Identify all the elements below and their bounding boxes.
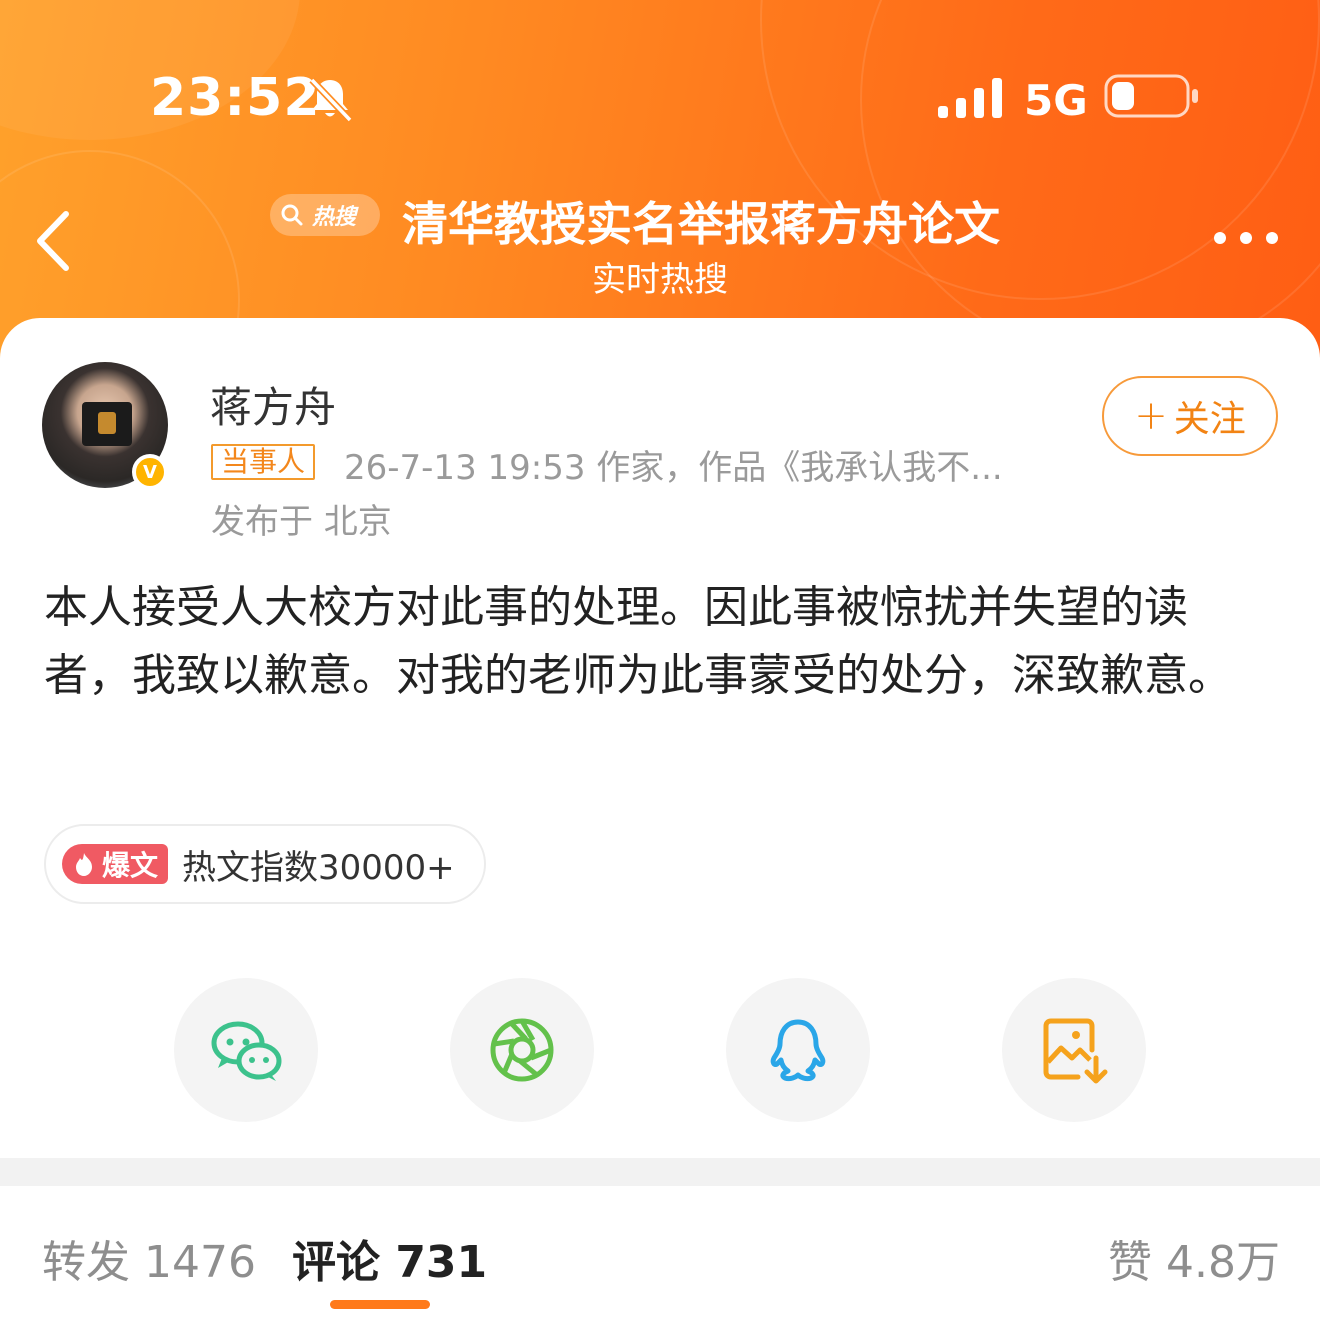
tab-like[interactable]: 赞 4.8万 <box>1108 1226 1280 1290</box>
moments-icon <box>490 1018 554 1082</box>
topic-subtitle: 实时热搜 <box>592 260 728 300</box>
status-time: 23:52 <box>150 68 321 128</box>
post-location: 发布于 北京 <box>211 502 392 542</box>
share-moments-button[interactable] <box>450 978 594 1122</box>
hot-search-badge-label: 热搜 <box>312 205 357 230</box>
post-text: 本人接受人大校方对此事的处理。因此事被惊扰并失望的读者，我致以歉意。对我的老师为… <box>44 582 1232 701</box>
tab-repost[interactable]: 转发 1476 <box>42 1226 256 1290</box>
post-meta: 26-7-13 19:53 作家，作品《我承认我不... <box>344 448 1003 488</box>
plus-icon: + <box>1134 393 1168 439</box>
qq-icon <box>770 1019 826 1082</box>
share-wechat-button[interactable] <box>174 978 318 1122</box>
header-decor <box>860 0 1320 360</box>
burst-badge: 爆文 <box>62 844 169 884</box>
author-name[interactable]: 蒋方舟 <box>210 374 336 435</box>
involved-party-tag: 当事人 <box>211 444 316 480</box>
save-image-button[interactable] <box>1002 978 1146 1122</box>
burst-badge-label: 爆文 <box>102 849 159 882</box>
share-qq-button[interactable] <box>726 978 870 1122</box>
hot-search-badge: 热搜 <box>270 194 380 236</box>
topic-title: 清华教授实名举报蒋方舟论文 <box>402 197 1000 251</box>
signal-icon <box>938 78 1002 118</box>
section-divider <box>0 1158 1320 1186</box>
avatar-decor <box>98 412 116 434</box>
bell-muted-icon <box>309 77 353 122</box>
header: 23:52 5G 热搜 清华教授实名举报蒋方舟论文 实时热搜 <box>0 0 1320 360</box>
hot-index-label: 热文指数30000+ <box>182 847 455 888</box>
tab-comment[interactable]: 评论 731 <box>292 1226 487 1290</box>
follow-label: 关注 <box>1173 399 1246 440</box>
verified-icon: V <box>132 454 168 490</box>
more-icon[interactable] <box>1206 222 1286 252</box>
flame-icon <box>76 853 92 876</box>
battery-icon <box>1104 74 1198 118</box>
network-type: 5G <box>1024 76 1088 125</box>
hot-index-chip[interactable]: 爆文 热文指数30000+ <box>44 824 486 904</box>
wechat-icon <box>211 1021 282 1081</box>
active-tab-indicator <box>330 1300 430 1309</box>
search-icon <box>281 204 303 226</box>
save-image-icon <box>1043 1018 1108 1084</box>
follow-button[interactable]: + 关注 <box>1102 376 1278 456</box>
